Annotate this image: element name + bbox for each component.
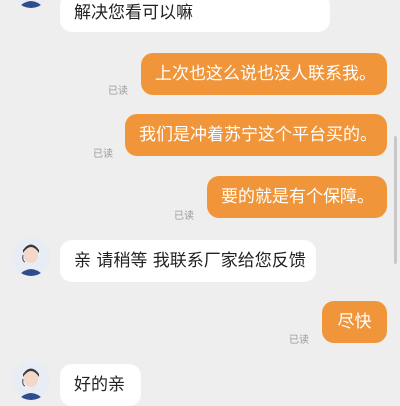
message-bubble-incoming: 亲 请稍等 我联系厂家给您反馈 <box>60 240 316 282</box>
read-status: 已读 <box>174 211 194 222</box>
read-status: 已读 <box>289 335 309 346</box>
customer-service-agent-avatar-icon <box>12 238 50 276</box>
agent-avatar <box>12 238 50 276</box>
message-text: 我们是冲着苏宁这个平台买的。 <box>139 124 377 145</box>
message-bubble-outgoing: 尽快 <box>322 301 387 343</box>
message-text: 好的亲 <box>74 374 125 395</box>
message-bubble-outgoing: 上次也这么说也没人联系我。 <box>141 53 387 95</box>
message-bubble-incoming: 解决您看可以嘛 <box>60 0 330 32</box>
read-status: 已读 <box>108 86 128 97</box>
message-text: 解决您看可以嘛 <box>74 2 193 23</box>
read-status: 已读 <box>93 149 113 160</box>
agent-avatar <box>12 0 50 8</box>
customer-service-agent-avatar-icon <box>12 0 50 8</box>
message-text: 亲 请稍等 我联系厂家给您反馈 <box>74 250 306 271</box>
message-text: 上次也这么说也没人联系我。 <box>155 63 376 84</box>
message-bubble-outgoing: 我们是冲着苏宁这个平台买的。 <box>125 114 387 156</box>
message-text: 尽快 <box>337 311 372 332</box>
message-bubble-outgoing: 要的就是有个保障。 <box>207 176 387 218</box>
customer-service-agent-avatar-icon <box>12 362 50 400</box>
agent-avatar <box>12 362 50 400</box>
chat-scrollbar[interactable] <box>394 136 397 264</box>
chat-window: 解决您看可以嘛 已读 上次也这么说也没人联系我。 已读 我们是冲着苏宁这个平台买… <box>0 0 400 406</box>
message-text: 要的就是有个保障。 <box>221 186 374 207</box>
